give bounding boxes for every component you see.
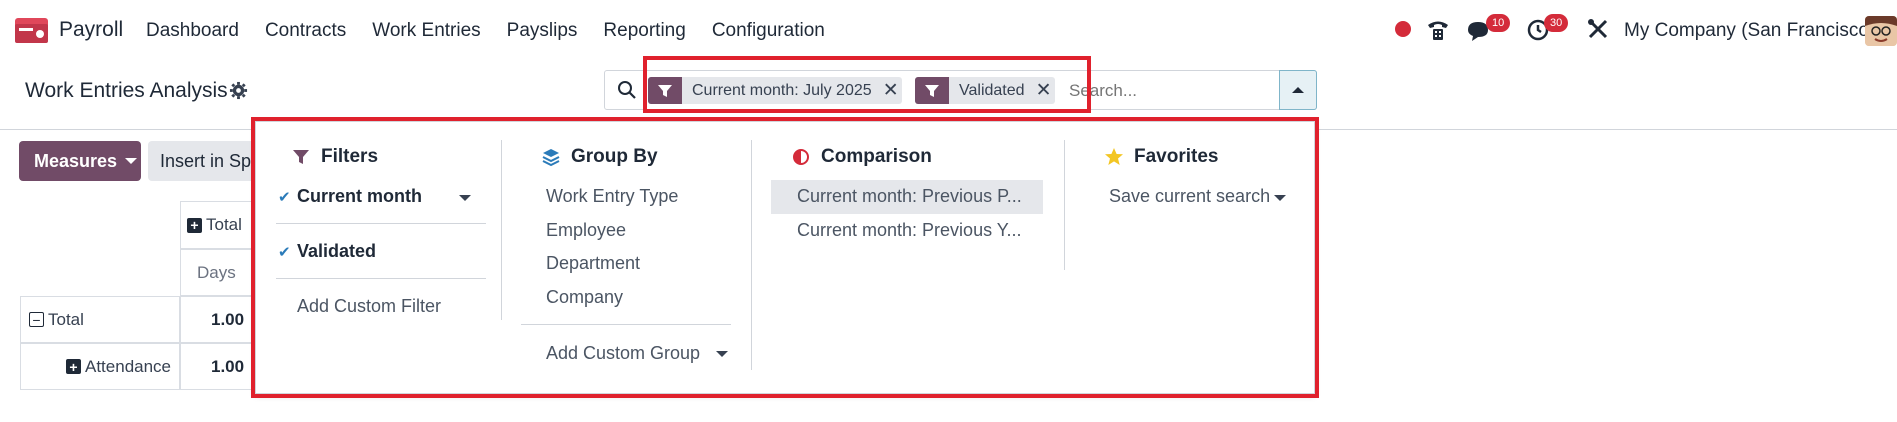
search-options-toggle[interactable] [1279, 70, 1317, 110]
main-menu: Dashboard Contracts Work Entries Payslip… [146, 20, 851, 42]
recording-icon[interactable] [1395, 21, 1411, 37]
pivot-row-label: Attendance [85, 356, 172, 376]
measures-label: Measures [34, 150, 118, 171]
pivot-measure-label: Days [197, 262, 236, 282]
top-navbar: Payroll Dashboard Contracts Work Entries… [0, 0, 1897, 60]
caret-down-icon [125, 158, 138, 164]
activity-count-badge: 30 [1544, 14, 1569, 32]
menu-configuration[interactable]: Configuration [712, 20, 825, 42]
expand-icon: + [187, 217, 202, 233]
expand-icon: + [66, 359, 81, 374]
insert-in-spreadsheet-button[interactable]: Insert in Spreadsheet [148, 141, 258, 181]
menu-work-entries[interactable]: Work Entries [372, 20, 480, 42]
chat-count-badge: 10 [1486, 14, 1511, 32]
caret-up-icon [1292, 87, 1304, 93]
pivot-row-label: Total [48, 309, 84, 329]
pivot-cell-value: 1.00 [211, 309, 245, 329]
payroll-app-icon[interactable] [15, 18, 48, 43]
phone-icon[interactable] [1425, 17, 1451, 43]
menu-dashboard[interactable]: Dashboard [146, 20, 239, 42]
page-title: Work Entries Analysis [25, 79, 228, 102]
search-input[interactable] [1069, 81, 1269, 101]
menu-payslips[interactable]: Payslips [507, 20, 578, 42]
gear-icon[interactable] [229, 81, 248, 100]
menu-reporting[interactable]: Reporting [603, 20, 685, 42]
collapse-icon: − [29, 312, 44, 327]
highlight-box-facets [643, 56, 1091, 113]
user-avatar[interactable] [1865, 16, 1897, 46]
pivot-col-header-label: Total [206, 215, 242, 234]
search-icon[interactable] [617, 80, 637, 100]
pivot-cell-value: 1.00 [211, 356, 245, 376]
app-name[interactable]: Payroll [59, 18, 123, 42]
menu-contracts[interactable]: Contracts [265, 20, 346, 42]
insert-label: Insert in Spreadsheet [160, 150, 258, 171]
pivot-row-header-attendance[interactable]: + Attendance [20, 343, 180, 390]
highlight-box-dropdown [251, 117, 1319, 398]
company-switcher[interactable]: My Company (San Francisco) [1624, 20, 1875, 42]
pivot-row-header-total[interactable]: − Total [20, 296, 180, 343]
measures-button[interactable]: Measures [19, 141, 141, 181]
tools-icon[interactable] [1586, 17, 1610, 41]
